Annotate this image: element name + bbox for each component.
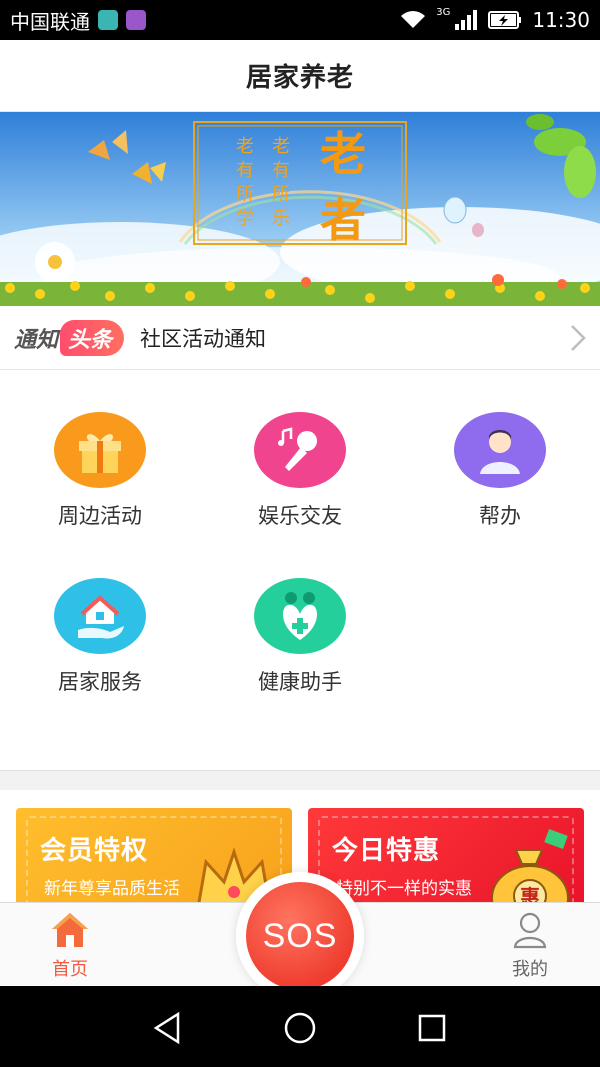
home-icon [52, 913, 88, 947]
grid-item-label: 周边活动 [58, 504, 142, 528]
tab-label: 我的 [512, 959, 548, 980]
grid-item-assist[interactable]: 帮办 [400, 370, 600, 530]
promo-subtitle: 特别不一样的实惠 [336, 879, 472, 899]
notice-bar[interactable]: 通知 头条 社区活动通知 [0, 306, 600, 370]
android-notification-icon [98, 10, 118, 30]
status-bar: 中国联通 3G 11:30 [0, 0, 600, 40]
banner-image: 老 有 所 学 老 有 所 乐 老 者 [0, 112, 600, 306]
banner-couplet-left-1: 老 [236, 136, 254, 157]
home-circle-icon[interactable] [280, 1008, 320, 1048]
grid-item-home-service[interactable]: 居家服务 [0, 536, 200, 696]
wifi-icon [401, 11, 426, 28]
tab-label: 首页 [52, 959, 88, 980]
home-service-icon [54, 578, 146, 654]
carrier-name: 中国联通 [10, 9, 90, 34]
banner-couplet-right-3: 所 [272, 184, 290, 205]
banner-couplet-left-3: 所 [236, 184, 254, 205]
sos-button-ring: SOS [236, 872, 364, 1000]
tab-home[interactable]: 首页 [20, 911, 120, 983]
signal-icon [455, 10, 478, 30]
grid-item-label: 帮办 [479, 504, 521, 528]
grid-item-label: 健康助手 [258, 670, 342, 694]
banner-couplet-left-2: 有 [236, 160, 254, 181]
grid-item-entertainment[interactable]: 娱乐交友 [200, 370, 400, 530]
system-navigation-bar [0, 986, 600, 1067]
health-icon [254, 578, 346, 654]
money-bag-icon: 惠 [491, 829, 569, 902]
sos-button[interactable]: SOS [246, 882, 354, 990]
network-type: 3G [436, 6, 451, 18]
clock: 11:30 [532, 8, 590, 32]
user-icon [513, 912, 547, 949]
page-title: 居家养老 [245, 63, 354, 93]
notice-badge-label-1: 通知 [14, 327, 59, 353]
app-header: 居家养老 [0, 40, 600, 112]
battery-charging-icon [488, 11, 522, 29]
grid-item-nearby-activities[interactable]: 周边活动 [0, 370, 200, 530]
back-icon[interactable] [148, 1008, 188, 1048]
tab-mine[interactable]: 我的 [480, 911, 580, 983]
feature-grid: 周边活动 娱乐交友 帮办 居家服务 健康助手 [0, 370, 600, 770]
promo-card-daily-deal[interactable]: 惠 今日特惠 特别不一样的实惠 [308, 808, 584, 902]
recent-apps-icon[interactable] [412, 1008, 452, 1048]
banner-big-text-2: 者 [320, 193, 366, 247]
promo-card-member[interactable]: 会员特权 新年尊享品质生活 [16, 808, 292, 902]
gallery-notification-icon [126, 10, 146, 30]
grid-item-label: 娱乐交友 [258, 504, 342, 528]
promo-subtitle: 新年尊享品质生活 [44, 879, 180, 899]
notice-text[interactable]: 社区活动通知 [140, 323, 266, 353]
banner-couplet-right-4: 乐 [272, 208, 290, 229]
grid-item-label: 居家服务 [58, 670, 142, 694]
section-divider [0, 770, 600, 790]
notice-badge: 通知 头条 [14, 319, 125, 356]
grid-item-health-assistant[interactable]: 健康助手 [200, 536, 400, 696]
banner-couplet-left-4: 学 [236, 208, 254, 229]
notice-badge-label-2: 头条 [60, 319, 125, 356]
banner-couplet-right-2: 有 [272, 160, 290, 181]
banner[interactable]: 老 有 所 学 老 有 所 乐 老 者 [0, 112, 600, 306]
promo-title: 今日特惠 [332, 836, 441, 866]
person-icon [454, 412, 546, 488]
banner-couplet-right-1: 老 [272, 136, 290, 157]
banner-big-text-1: 老 [320, 127, 366, 181]
promo-title: 会员特权 [40, 836, 149, 866]
svg-text:惠: 惠 [520, 885, 540, 902]
gift-icon [54, 412, 146, 488]
microphone-icon [254, 412, 346, 488]
chevron-right-icon[interactable] [570, 324, 586, 352]
